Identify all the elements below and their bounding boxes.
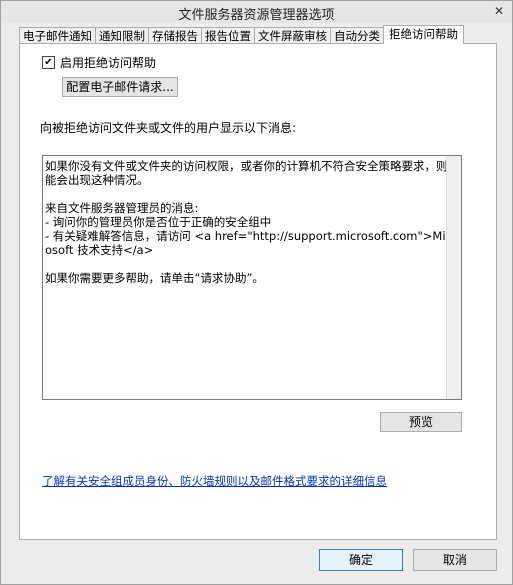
tab-panel: ✔ 启用拒绝访问帮助 配置电子邮件请求... 向被拒绝访问文件夹或文件的用户显示…: [19, 43, 497, 540]
preview-button[interactable]: 预览: [380, 412, 462, 432]
help-link[interactable]: 了解有关安全组成员身份、防火墙规则以及邮件格式要求的详细信息: [42, 473, 387, 489]
message-textarea[interactable]: 如果你没有文件或文件夹的访问权限，或者你的计算机不符合安全策略要求，则可能会出现…: [42, 155, 462, 400]
tab-report-locations[interactable]: 报告位置: [201, 27, 255, 44]
tab-access-denied-assistance[interactable]: 拒绝访问帮助: [383, 25, 464, 44]
title-bar: 文件服务器资源管理器选项 ✕: [1, 1, 512, 23]
enable-assistance-row[interactable]: ✔ 启用拒绝访问帮助: [42, 54, 156, 71]
configure-email-requests-button[interactable]: 配置电子邮件请求...: [62, 77, 178, 97]
message-label: 向被拒绝访问文件夹或文件的用户显示以下消息:: [40, 121, 297, 135]
enable-assistance-checkbox[interactable]: ✔: [42, 56, 55, 69]
message-text[interactable]: 如果你没有文件或文件夹的访问权限，或者你的计算机不符合安全策略要求，则可能会出现…: [45, 159, 459, 285]
tab-storage-reports[interactable]: 存储报告: [148, 27, 202, 44]
tab-email-notifications[interactable]: 电子邮件通知: [19, 27, 96, 44]
options-dialog: 文件服务器资源管理器选项 ✕ 电子邮件通知 通知限制 存储报告 报告位置 文件屏…: [0, 0, 513, 585]
close-icon[interactable]: ✕: [490, 3, 508, 19]
cancel-button[interactable]: 取消: [413, 549, 497, 571]
tab-strip: 电子邮件通知 通知限制 存储报告 报告位置 文件屏蔽审核 自动分类 拒绝访问帮助: [19, 25, 464, 44]
enable-assistance-label[interactable]: 启用拒绝访问帮助: [60, 54, 156, 71]
vertical-scrollbar[interactable]: [446, 156, 461, 399]
tab-auto-classification[interactable]: 自动分类: [330, 27, 384, 44]
window-title: 文件服务器资源管理器选项: [178, 8, 335, 23]
ok-button[interactable]: 确定: [319, 549, 403, 571]
tab-notification-limits[interactable]: 通知限制: [95, 27, 149, 44]
tab-file-screen-audit[interactable]: 文件屏蔽审核: [254, 27, 331, 44]
